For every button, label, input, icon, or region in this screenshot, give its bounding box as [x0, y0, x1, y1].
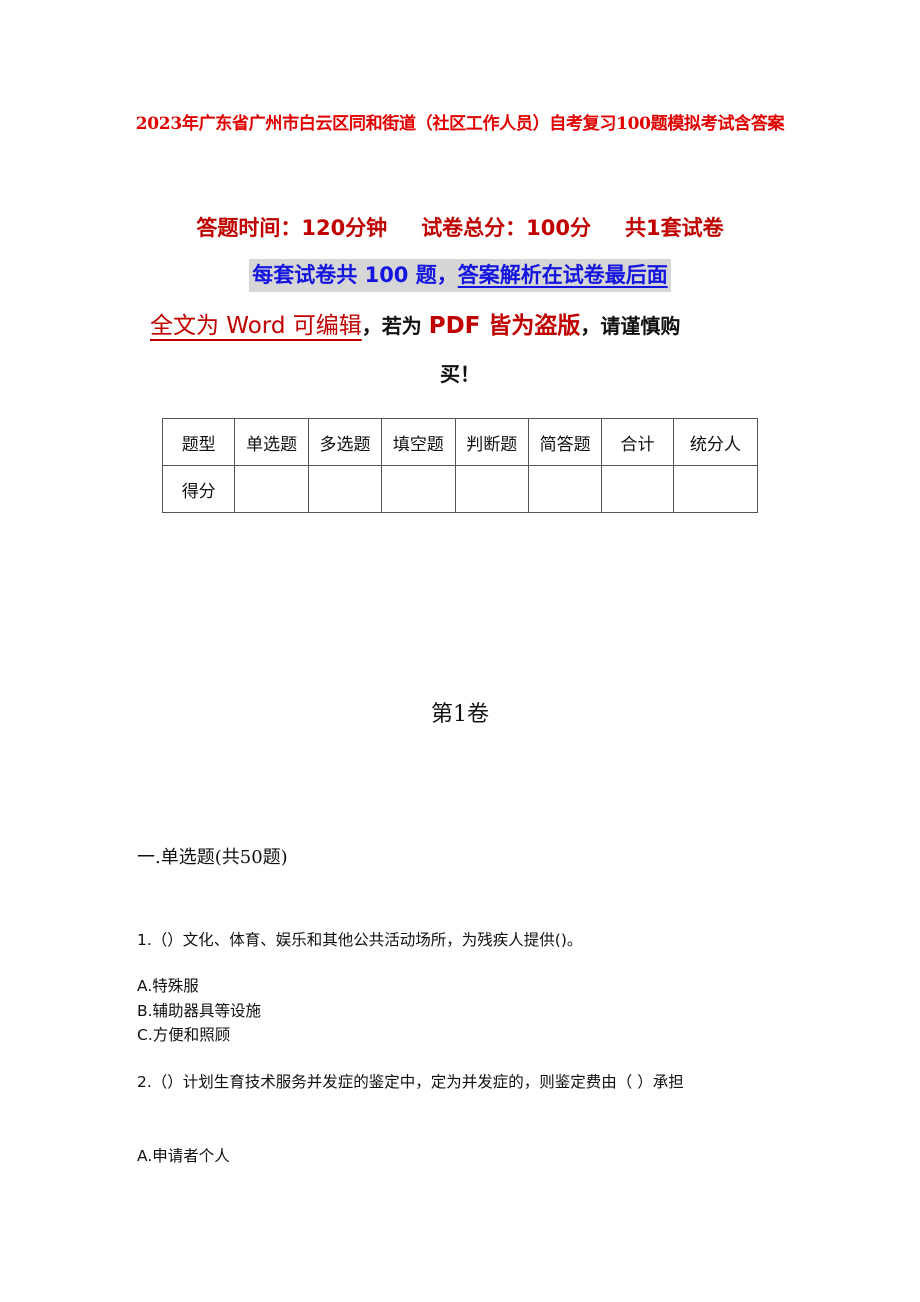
part-title: 一.单选题(共50题)	[137, 847, 288, 868]
score-cell[interactable]	[601, 465, 674, 513]
document-title: 2023年广东省广州市白云区同和街道（社区工作人员）自考复习100题模拟考试含答…	[135, 114, 785, 134]
document-page: 2023年广东省广州市白云区同和街道（社区工作人员）自考复习100题模拟考试含答…	[0, 0, 920, 1302]
volume-title: 第1卷	[431, 702, 489, 727]
question-text: 1.（）文化、体育、娱乐和其他公共活动场所，为残疾人提供()。	[137, 931, 583, 949]
score-cell[interactable]	[454, 465, 529, 513]
score-table-header-row: 题型 单选题 多选题 填空题 判断题 简答题 合计 统分人	[161, 418, 759, 466]
score-header-cell: 题型	[161, 418, 236, 466]
exam-total-score: 试卷总分：100分	[421, 216, 592, 240]
option-c: C.方便和照顾	[137, 1026, 231, 1044]
exam-time: 答题时间：120分钟	[196, 216, 388, 240]
notice-comma-2: ，	[580, 314, 601, 338]
option-a: A.特殊服	[137, 977, 199, 995]
answer-banner: 每套试卷共 100 题，答案解析在试卷最后面	[249, 259, 671, 292]
notice-editable: 全文为 Word 可编辑	[150, 313, 362, 339]
score-header-cell: 填空题	[381, 418, 456, 466]
score-cell[interactable]	[672, 465, 759, 513]
option-a: A.申请者个人	[137, 1147, 230, 1165]
score-header-cell: 合计	[601, 418, 674, 466]
exam-info-line: 答题时间：120分钟 试卷总分：100分 共1套试卷	[0, 212, 920, 242]
score-cell[interactable]	[307, 465, 383, 513]
score-table: 题型 单选题 多选题 填空题 判断题 简答题 合计 统分人 得分	[161, 418, 759, 513]
score-header-cell: 多选题	[307, 418, 383, 466]
score-header-cell: 判断题	[454, 418, 529, 466]
score-row-label: 得分	[161, 465, 236, 513]
notice-line-2: 买！	[440, 362, 480, 386]
option-b: B.辅助器具等设施	[137, 1001, 262, 1020]
banner-answer-location: 答案解析在试卷最后面	[457, 263, 668, 287]
answer-banner-wrap: 每套试卷共 100 题，答案解析在试卷最后面	[0, 259, 920, 292]
notice-caution: 请谨慎购	[600, 314, 681, 338]
notice-if: 若为	[381, 314, 429, 338]
score-header-cell: 单选题	[234, 418, 309, 466]
score-header-cell: 简答题	[527, 418, 603, 466]
score-cell[interactable]	[234, 465, 309, 513]
score-table-row: 得分	[161, 465, 759, 513]
question-text: 2.（）计划生育技术服务并发症的鉴定中，定为并发症的，则鉴定费由（ ）承担	[137, 1073, 684, 1091]
exam-set-count: 共1套试卷	[625, 216, 724, 240]
copyright-notice: 全文为 Word 可编辑，若为 PDF 皆为盗版，请谨慎购	[150, 308, 780, 344]
question-options: A.特殊服 B.辅助器具等设施 C.方便和照顾	[137, 974, 261, 1048]
notice-comma: ，	[361, 314, 382, 338]
score-cell[interactable]	[381, 465, 456, 513]
score-header-cell: 统分人	[672, 418, 759, 466]
banner-question-count: 每套试卷共 100 题，	[252, 263, 458, 287]
score-cell[interactable]	[527, 465, 603, 513]
question-options: A.申请者个人	[137, 1144, 230, 1169]
notice-piracy: PDF 皆为盗版	[428, 313, 581, 339]
